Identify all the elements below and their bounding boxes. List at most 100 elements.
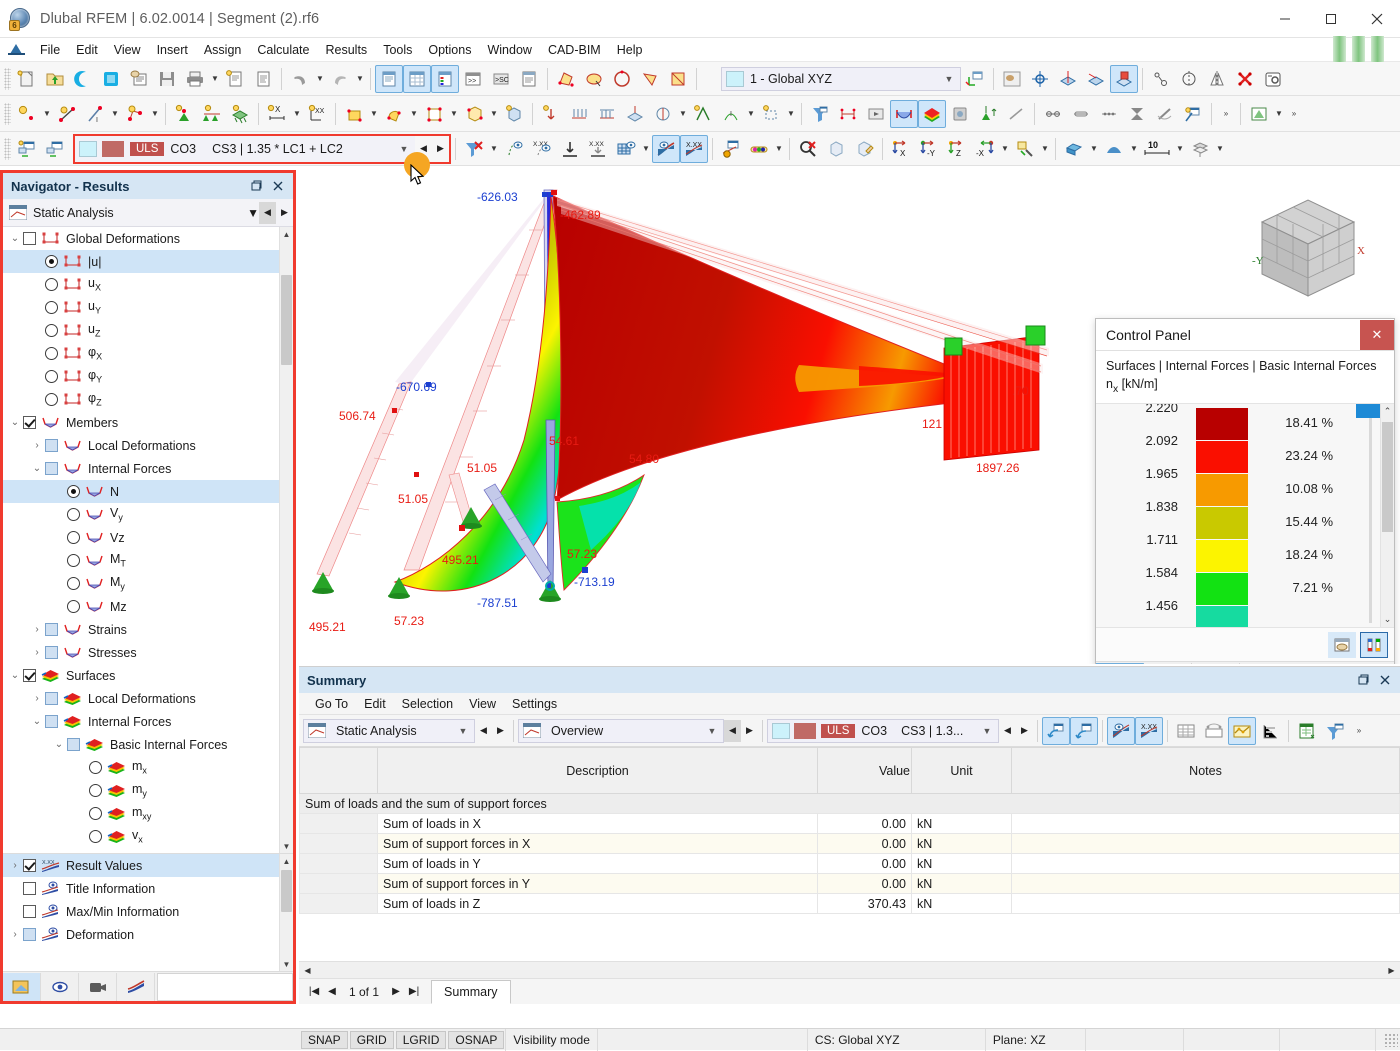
tree-item-deformation[interactable]: › Deformation: [3, 923, 279, 946]
control-panel-close-button[interactable]: ✕: [1360, 319, 1394, 350]
navigator-analysis-next-button[interactable]: ▶: [276, 202, 293, 224]
tree-twisty[interactable]: ⌄: [7, 233, 23, 244]
show-result-values-button[interactable]: X.XX: [528, 135, 556, 163]
menu-edit[interactable]: Edit: [68, 40, 106, 60]
deformation-button[interactable]: [1002, 100, 1030, 128]
summary-show-values-button[interactable]: X.XX: [1135, 716, 1163, 745]
column-header-index[interactable]: [299, 747, 378, 794]
previous-view-button[interactable]: [13, 135, 41, 163]
tree-item-stresses[interactable]: › Stresses: [3, 641, 279, 664]
summary-load-case-chevron-down-icon[interactable]: ▼: [978, 726, 996, 736]
new-report-button[interactable]: [221, 65, 249, 93]
tree-radio[interactable]: [67, 600, 80, 613]
section-view-caret[interactable]: ▼: [1214, 135, 1226, 163]
tree-item-vx[interactable]: vx: [3, 825, 279, 848]
result-beam-button[interactable]: X: [263, 100, 291, 128]
new-member-button[interactable]: [121, 100, 149, 128]
summary-analysis-chevron-down-icon[interactable]: ▼: [454, 726, 472, 736]
member-load-button[interactable]: [593, 100, 621, 128]
render-box-button[interactable]: [822, 135, 850, 163]
summary-load-case-combo[interactable]: ULS CO3 CS3 | 1.3... ▼: [767, 718, 999, 743]
tree-twisty[interactable]: ⌄: [29, 716, 45, 727]
console-button[interactable]: >>: [459, 65, 487, 93]
control-panel-tab-factors[interactable]: [1144, 663, 1192, 664]
result-section-button[interactable]: XX: [303, 100, 331, 128]
table-button[interactable]: [403, 64, 431, 93]
menu-window[interactable]: Window: [479, 40, 539, 60]
new-node-caret[interactable]: ▼: [41, 100, 53, 128]
table-row[interactable]: Sum of support forces in Y 0.00 kN: [299, 873, 1400, 894]
new-solid-button[interactable]: [460, 100, 488, 128]
summary-scroll-left-icon[interactable]: ◀: [299, 966, 316, 975]
undo-button[interactable]: [286, 65, 314, 93]
summary-horizontal-scrollbar[interactable]: ◀ ▶: [299, 961, 1400, 978]
summary-filter-button[interactable]: [1321, 717, 1349, 745]
coordinate-system-chevron-down-icon[interactable]: ▼: [940, 74, 958, 84]
view-plane-yz-button[interactable]: [1082, 65, 1110, 93]
design-addon-button[interactable]: [1245, 100, 1273, 128]
navigator-scroll-up-icon[interactable]: ▲: [280, 227, 293, 241]
show-surface-results-button[interactable]: [652, 134, 680, 163]
tree-radio[interactable]: [89, 807, 102, 820]
view-cube[interactable]: X -Y: [1244, 192, 1372, 310]
new-surface-caret[interactable]: ▼: [368, 100, 380, 128]
new-plane-caret[interactable]: ▼: [448, 100, 460, 128]
tree-radio[interactable]: [89, 830, 102, 843]
summary-table-view-button[interactable]: [1172, 717, 1200, 745]
summary-table[interactable]: Description Value Unit Notes Sum of loads an…: [299, 747, 1400, 961]
tree-twisty[interactable]: ›: [29, 693, 45, 704]
support-symbols-button[interactable]: [1123, 100, 1151, 128]
navigator-tree[interactable]: ⌄ Global Deformations |u| uX uY uZ φX φY φZ ⌄ Memb…: [3, 227, 293, 853]
tree-item-max-min-information[interactable]: Max/Min Information: [3, 900, 279, 923]
view-y-button[interactable]: -Y: [915, 135, 943, 163]
toolbar-overflow-2-button[interactable]: »: [1285, 100, 1303, 128]
results-navigator-button[interactable]: [431, 64, 459, 93]
tree-item-mxy[interactable]: mxy: [3, 802, 279, 825]
navigator-close-button[interactable]: [267, 175, 289, 197]
column-header-description[interactable]: Description: [377, 747, 818, 794]
render-mode-caret[interactable]: ▼: [1088, 135, 1100, 163]
navigator-scroll-down-icon[interactable]: ▼: [280, 839, 293, 853]
tree-radio[interactable]: [67, 554, 80, 567]
summary-view-chevron-down-icon[interactable]: ▼: [703, 726, 721, 736]
line-load-button[interactable]: [565, 100, 593, 128]
load-case-combo[interactable]: ULS CO3 CS3 | 1.35 * LC1 + LC2 ▼: [75, 135, 415, 162]
prev-page-button[interactable]: ◀: [323, 986, 341, 997]
tree-radio[interactable]: [67, 531, 80, 544]
tree-radio[interactable]: [45, 255, 58, 268]
solid-results-button[interactable]: [946, 100, 974, 128]
tree-checkbox[interactable]: [67, 738, 80, 751]
tree-item--x[interactable]: φX: [3, 342, 279, 365]
tree-radio[interactable]: [45, 347, 58, 360]
tree-item-mx[interactable]: mx: [3, 756, 279, 779]
new-opening-button[interactable]: [380, 100, 408, 128]
summary-toolbar-overflow-button[interactable]: »: [1349, 717, 1369, 745]
navigator-tab-model[interactable]: [3, 972, 41, 1001]
tree-item-strains[interactable]: › Strains: [3, 618, 279, 641]
show-values-button[interactable]: X.XX: [680, 134, 708, 163]
menu-options[interactable]: Options: [420, 40, 479, 60]
next-page-button[interactable]: ▶: [387, 986, 405, 997]
tree-item-global-deformations[interactable]: ⌄ Global Deformations: [3, 227, 279, 250]
tree-twisty[interactable]: ⌄: [29, 463, 45, 474]
summary-menu-edit[interactable]: Edit: [356, 695, 394, 713]
tree-checkbox[interactable]: [45, 439, 58, 452]
navigator-analysis-combo[interactable]: Static Analysis ▼ ◀ ▶: [3, 199, 293, 227]
redo-button[interactable]: [326, 65, 354, 93]
tree-item-local-deformations[interactable]: › Local Deformations: [3, 434, 279, 457]
tree-radio[interactable]: [45, 370, 58, 383]
new-line-button[interactable]: [53, 100, 81, 128]
next-view-button[interactable]: [41, 135, 69, 163]
tree-checkbox[interactable]: [23, 416, 36, 429]
model-3d-button[interactable]: [97, 65, 125, 93]
view-z-button[interactable]: Z: [943, 135, 971, 163]
navigator-display-scrollbar[interactable]: ▲ ▼: [279, 854, 293, 971]
menu-assign[interactable]: Assign: [196, 40, 250, 60]
tree-checkbox[interactable]: [45, 462, 58, 475]
tree-item-title-information[interactable]: Title Information: [3, 877, 279, 900]
tree-twisty[interactable]: ⌄: [7, 670, 23, 681]
coordinate-system-combo[interactable]: 1 - Global XYZ ▼: [721, 66, 961, 91]
nodal-load-button[interactable]: [537, 100, 565, 128]
summary-chart-view-button[interactable]: [1200, 717, 1228, 745]
view-plane-xz-button[interactable]: [1110, 64, 1138, 93]
